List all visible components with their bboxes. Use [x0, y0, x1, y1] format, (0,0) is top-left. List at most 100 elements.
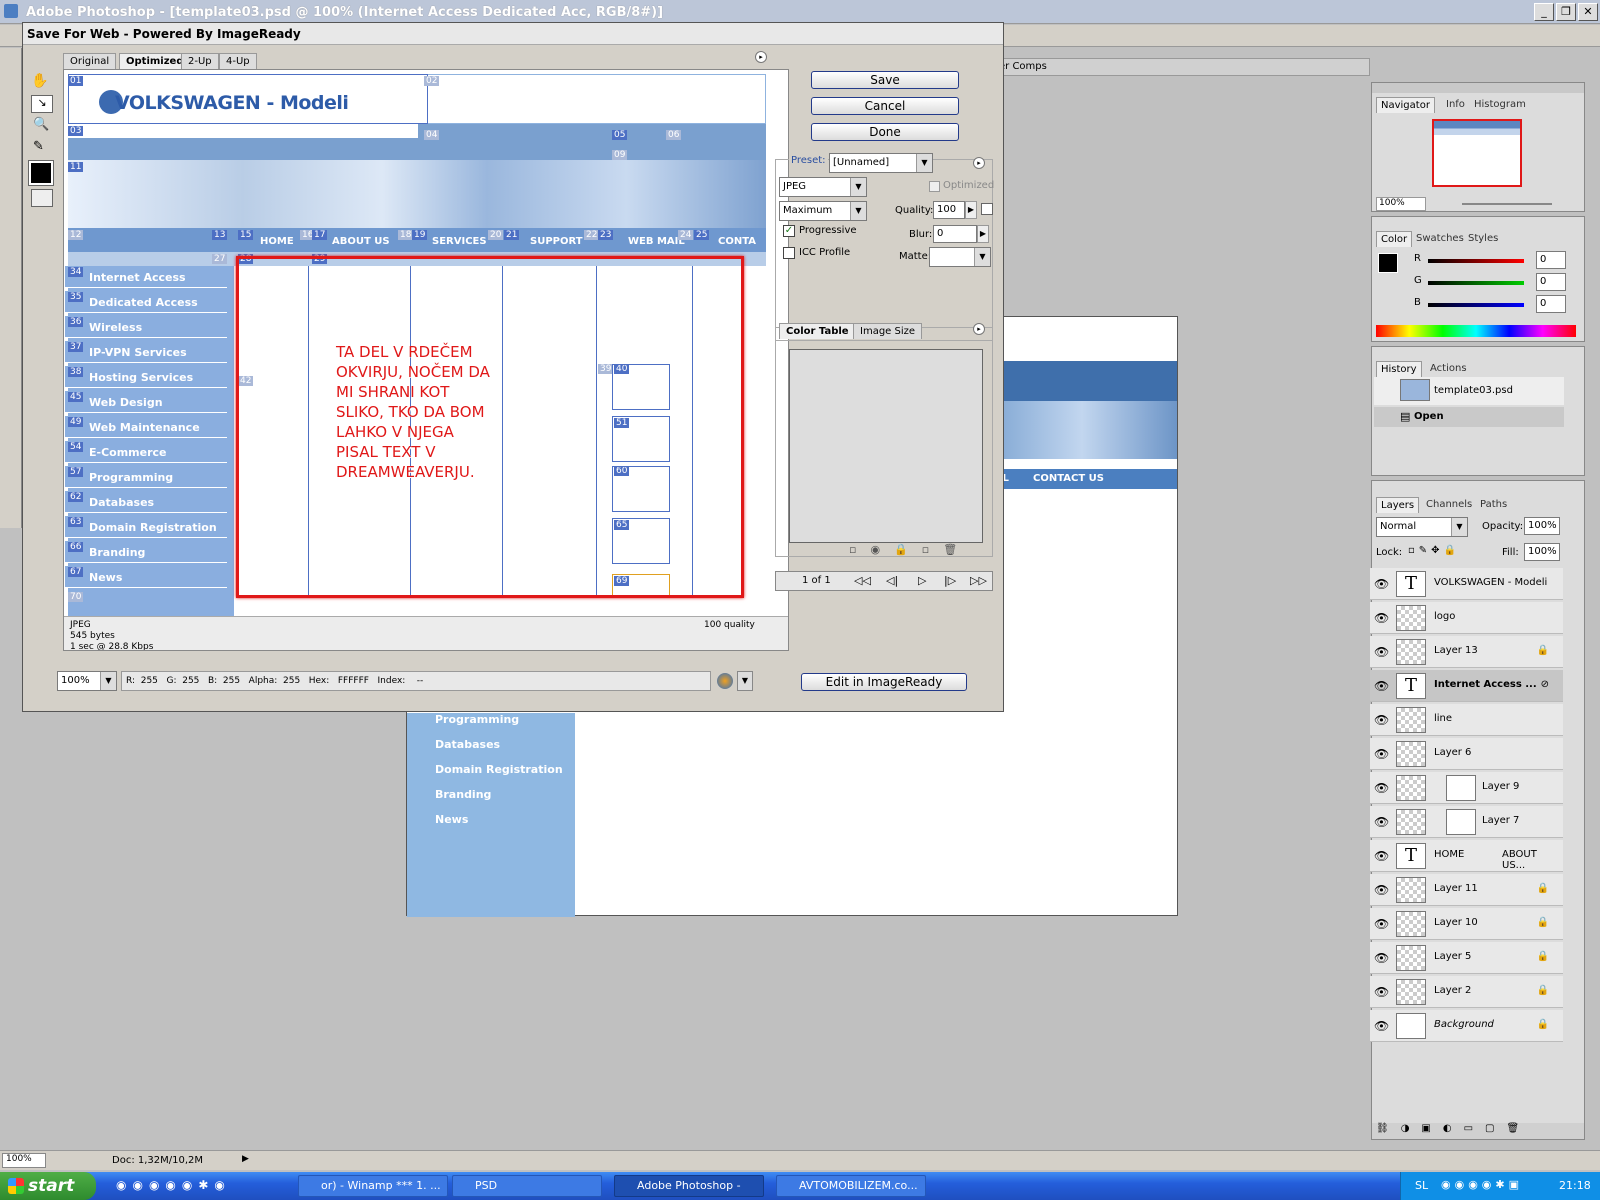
blue-input[interactable]: 0: [1536, 295, 1566, 313]
eye-icon[interactable]: 👁: [1374, 815, 1389, 829]
green-slider[interactable]: [1428, 281, 1524, 285]
tray-language[interactable]: SL: [1415, 1179, 1428, 1192]
tab-styles[interactable]: Styles: [1464, 231, 1502, 247]
eye-icon[interactable]: 👁: [1374, 679, 1389, 693]
slice-select-tool-icon[interactable]: ↘: [31, 95, 53, 113]
color-table-menu-icon[interactable]: ▸: [973, 323, 985, 335]
tab-4up[interactable]: 4-Up: [219, 53, 257, 69]
eye-icon[interactable]: 👁: [1374, 781, 1389, 795]
red-input[interactable]: 0: [1536, 251, 1566, 269]
eyedropper-tool-icon[interactable]: ✎: [33, 139, 44, 154]
layer-row[interactable]: 👁 Layer 13 🔒: [1370, 636, 1563, 668]
eye-icon[interactable]: 👁: [1374, 883, 1389, 897]
tab-color-table[interactable]: Color Table: [779, 323, 856, 339]
tab-info[interactable]: Info: [1442, 97, 1469, 113]
opacity-input[interactable]: 100%: [1524, 517, 1560, 535]
eye-icon[interactable]: 👁: [1374, 713, 1389, 727]
close-button[interactable]: ✕: [1578, 3, 1598, 21]
tab-actions[interactable]: Actions: [1426, 361, 1471, 377]
status-zoom-field[interactable]: 100%: [2, 1153, 46, 1168]
blur-arrow-icon[interactable]: ▶: [977, 225, 989, 243]
preset-select[interactable]: [Unnamed] ▼: [829, 153, 933, 173]
layer-row[interactable]: 👁 Layer 10 🔒: [1370, 908, 1563, 940]
first-frame-icon[interactable]: ◁◁: [854, 574, 871, 587]
blue-slider[interactable]: [1428, 303, 1524, 307]
tab-image-size[interactable]: Image Size: [853, 323, 923, 339]
tab-histogram[interactable]: Histogram: [1470, 97, 1530, 113]
preview-menu-icon[interactable]: ▸: [755, 51, 767, 63]
taskbar-item-winamp[interactable]: or) - Winamp *** 1. ...: [298, 1175, 448, 1197]
blur-input[interactable]: 0: [933, 225, 977, 243]
tab-optimized[interactable]: Optimized: [119, 53, 191, 69]
quality-level-select[interactable]: Maximum ▼: [779, 201, 867, 221]
eye-icon[interactable]: 👁: [1374, 645, 1389, 659]
eye-icon[interactable]: 👁: [1374, 747, 1389, 761]
save-button[interactable]: Save: [811, 71, 959, 89]
tab-history[interactable]: History: [1376, 361, 1422, 377]
last-frame-icon[interactable]: ▷▷: [970, 574, 987, 587]
quality-input[interactable]: 100: [933, 201, 965, 219]
tab-layers[interactable]: Layers: [1376, 497, 1420, 513]
maximize-button[interactable]: ❐: [1556, 3, 1576, 21]
eye-icon[interactable]: 👁: [1374, 951, 1389, 965]
zoom-tool-icon[interactable]: 🔍: [33, 117, 49, 132]
history-state-row[interactable]: ▤ Open: [1374, 407, 1564, 427]
taskbar-item-photoshop[interactable]: Adobe Photoshop - [t...: [614, 1175, 764, 1200]
quicklaunch-icons[interactable]: ◉◉◉◉◉✱◉: [116, 1178, 231, 1192]
format-select[interactable]: JPEG ▼: [779, 177, 867, 197]
eye-icon[interactable]: 👁: [1374, 611, 1389, 625]
taskbar-item-psd[interactable]: PSD: [452, 1175, 602, 1197]
eyedropper-color-swatch[interactable]: [28, 160, 54, 186]
matte-select[interactable]: ▼: [929, 247, 991, 267]
color-ramp[interactable]: [1376, 325, 1576, 337]
taskbar-item-browser[interactable]: AVTOMOBILIZEM.co...: [776, 1175, 926, 1197]
layer-row[interactable]: 👁 Background 🔒: [1370, 1010, 1563, 1042]
browser-select-arrow[interactable]: ▼: [737, 671, 753, 691]
hand-tool-icon[interactable]: ✋: [31, 73, 48, 89]
blend-mode-select[interactable]: Normal ▼: [1376, 517, 1468, 537]
layer-row[interactable]: 👁 T HOME ABOUT US...: [1370, 840, 1563, 872]
tab-paths[interactable]: Paths: [1476, 497, 1511, 513]
layer-row[interactable]: 👁 Layer 7: [1370, 806, 1563, 838]
next-frame-icon[interactable]: |▷: [944, 574, 956, 587]
eye-icon[interactable]: 👁: [1374, 577, 1389, 591]
lock-icons[interactable]: ▫✎✥🔒: [1408, 545, 1460, 556]
eye-icon[interactable]: 👁: [1374, 985, 1389, 999]
eye-icon[interactable]: 👁: [1374, 1019, 1389, 1033]
foreground-color-swatch[interactable]: [1378, 253, 1398, 273]
history-snapshot-row[interactable]: template03.psd: [1374, 377, 1564, 405]
progressive-checkbox[interactable]: ✓: [783, 225, 795, 237]
tab-color[interactable]: Color: [1376, 231, 1413, 247]
status-menu-arrow-icon[interactable]: ▶: [242, 1154, 249, 1164]
tab-swatches[interactable]: Swatches: [1412, 231, 1468, 247]
tab-2up[interactable]: 2-Up: [181, 53, 219, 69]
minimize-button[interactable]: _: [1534, 3, 1554, 21]
layer-row[interactable]: 👁 Layer 6: [1370, 738, 1563, 770]
navigator-zoom-slider[interactable]: [1462, 203, 1552, 205]
done-button[interactable]: Done: [811, 123, 959, 141]
layer-row[interactable]: 👁 logo: [1370, 602, 1563, 634]
play-icon[interactable]: ▷: [918, 574, 926, 587]
layer-row[interactable]: 👁 Layer 5 🔒: [1370, 942, 1563, 974]
optimized-checkbox[interactable]: [929, 181, 940, 192]
layer-row[interactable]: 👁 Layer 9: [1370, 772, 1563, 804]
zoom-select[interactable]: 100% ▼: [57, 671, 117, 691]
edit-in-imageready-button[interactable]: Edit in ImageReady: [801, 673, 967, 691]
fill-input[interactable]: 100%: [1524, 543, 1560, 561]
green-input[interactable]: 0: [1536, 273, 1566, 291]
tab-original[interactable]: Original: [63, 53, 117, 69]
layer-comps-tab[interactable]: er Comps: [999, 61, 1047, 72]
icc-profile-checkbox[interactable]: [783, 247, 795, 259]
quality-arrow-icon[interactable]: ▶: [965, 201, 977, 219]
tab-navigator[interactable]: Navigator: [1376, 97, 1435, 113]
tab-channels[interactable]: Channels: [1422, 497, 1476, 513]
toggle-slices-icon[interactable]: [31, 189, 53, 207]
layer-row[interactable]: 👁 line: [1370, 704, 1563, 736]
prev-frame-icon[interactable]: ◁|: [886, 574, 898, 587]
layer-row[interactable]: 👁 Layer 2 🔒: [1370, 976, 1563, 1008]
navigator-zoom-field[interactable]: 100%: [1376, 197, 1426, 211]
cancel-button[interactable]: Cancel: [811, 97, 959, 115]
layer-row[interactable]: 👁 Layer 11 🔒: [1370, 874, 1563, 906]
red-slider[interactable]: [1428, 259, 1524, 263]
preview-in-browser-icon[interactable]: [717, 673, 733, 689]
